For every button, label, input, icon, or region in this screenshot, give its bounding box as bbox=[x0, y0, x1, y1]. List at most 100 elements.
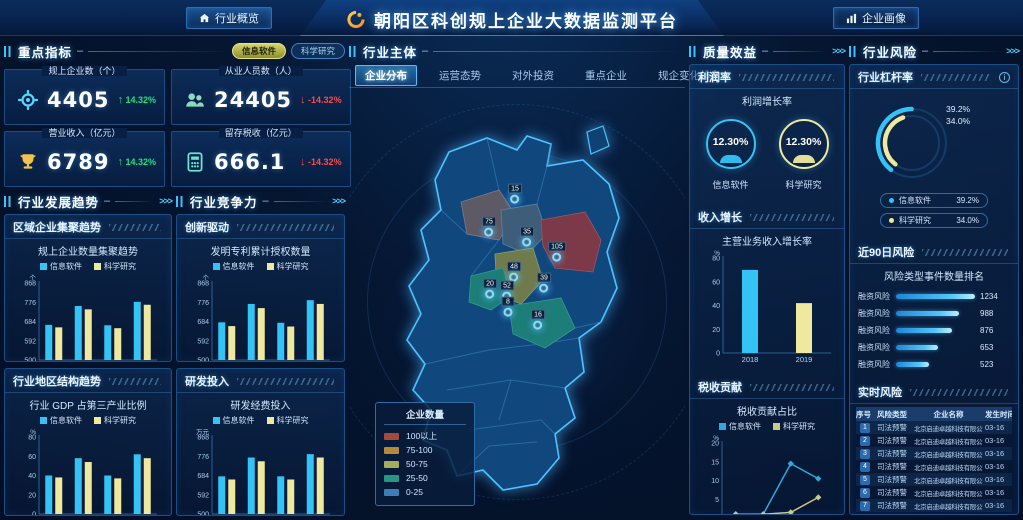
table-row[interactable]: 2司法预警北京启迪卓越科技有限公司03-16 bbox=[856, 434, 1012, 447]
section-header: 行业地区结构趋势 bbox=[13, 373, 101, 389]
table-row[interactable]: 7司法预警北京启迪卓越科技有限公司03-16 bbox=[856, 499, 1012, 512]
row-index-badge: 2 bbox=[860, 436, 870, 446]
row-index-badge: 1 bbox=[860, 423, 870, 433]
table-row[interactable]: 6司法预警北京启迪卓越科技有限公司03-16 bbox=[856, 486, 1012, 499]
risk-more-link[interactable]: >>> bbox=[1006, 46, 1019, 56]
industry-main-title: 行业主体 bbox=[363, 42, 417, 61]
map-marker[interactable]: 39 bbox=[537, 273, 551, 293]
cluster-chart: 信息软件科学研究500592684776868个2016201720182019 bbox=[5, 259, 171, 362]
table-row[interactable]: 3司法预警北京启迪卓越科技有限公司03-16 bbox=[856, 447, 1012, 460]
risk-rank-row: 融资风险653 bbox=[858, 339, 1010, 356]
gauge-ring: 12.30% bbox=[779, 119, 829, 169]
table-row[interactable]: 1司法预警北京启迪卓越科技有限公司03-16 bbox=[856, 421, 1012, 434]
map-marker[interactable]: 16 bbox=[531, 310, 545, 330]
quality-more-link[interactable]: >>> bbox=[832, 46, 845, 56]
location-pin-icon bbox=[484, 228, 493, 237]
metric-delta: ↓ -14.32% bbox=[300, 156, 344, 168]
realtime-risk-table: 序号风险类型企业名称发生时间 1司法预警北京启迪卓越科技有限公司03-162司法… bbox=[856, 407, 1012, 515]
table-row[interactable]: 5司法预警北京启迪卓越科技有限公司03-16 bbox=[856, 473, 1012, 486]
bar-track bbox=[896, 294, 975, 299]
enterprise-icon bbox=[17, 89, 39, 111]
svg-text:%: % bbox=[713, 435, 719, 442]
legend-swatch bbox=[213, 263, 220, 270]
metric-card-label: 从业人员数（人） bbox=[172, 64, 350, 77]
metric-delta: ↑ 14.32% bbox=[117, 94, 158, 106]
legend-label: 0-25 bbox=[406, 487, 423, 497]
gauge-value: 12.30% bbox=[786, 136, 822, 148]
map-marker[interactable]: 75 bbox=[482, 217, 496, 237]
map-legend-item: 50-75 bbox=[384, 457, 466, 471]
legend-dot-icon bbox=[889, 218, 894, 223]
panel-header-icon bbox=[176, 196, 185, 207]
risk-rank-row: 融资风险988 bbox=[858, 305, 1010, 322]
risk-count-value: 653 bbox=[980, 343, 1010, 352]
filter-science-research-badge[interactable]: 科学研究 bbox=[291, 43, 345, 59]
risk-count-value: 876 bbox=[980, 326, 1010, 335]
tab-企业分布[interactable]: 企业分布 bbox=[355, 65, 417, 86]
leverage-gauge: 39.2% 34.0% bbox=[850, 89, 1018, 193]
metric-card: 营业收入（亿元）6789↑ 14.32% bbox=[4, 131, 165, 187]
metric-card-label: 营业收入（亿元） bbox=[5, 126, 164, 139]
table-row[interactable]: 8司法预警北京启迪卓越科技有限公司03-16 bbox=[856, 512, 1012, 515]
legend-swatch bbox=[773, 423, 780, 430]
competitiveness-more-link[interactable]: >>> bbox=[332, 196, 345, 206]
map-marker[interactable]: 105 bbox=[548, 242, 566, 262]
panel-header-icon bbox=[4, 46, 13, 57]
table-row[interactable]: 4司法预警北京启迪卓越科技有限公司03-16 bbox=[856, 460, 1012, 473]
competitiveness-title: 行业竞争力 bbox=[190, 192, 258, 211]
date-cell: 03-16 bbox=[985, 436, 1012, 445]
chart-legend: 信息软件科学研究 bbox=[213, 259, 309, 274]
district-map[interactable]: 15753510548392052816 企业数量 100以上75-10050-… bbox=[349, 90, 685, 510]
tab-重点企业[interactable]: 重点企业 bbox=[576, 66, 636, 85]
map-marker[interactable]: 48 bbox=[507, 262, 521, 282]
tab-对外投资[interactable]: 对外投资 bbox=[503, 66, 563, 85]
legend-swatch bbox=[267, 417, 274, 424]
map-legend-title: 企业数量 bbox=[384, 407, 466, 425]
platform-logo-icon bbox=[345, 9, 366, 30]
location-pin-icon bbox=[510, 195, 519, 204]
map-marker[interactable]: 35 bbox=[520, 227, 534, 247]
legend-label: 科学研究 bbox=[899, 215, 931, 226]
marker-count-label: 39 bbox=[537, 273, 551, 283]
profit-gauge: 12.30%信息软件 bbox=[706, 119, 756, 191]
industry-trend-title: 行业发展趋势 bbox=[18, 192, 99, 211]
svg-text:个: 个 bbox=[30, 274, 37, 282]
tab-运营态势[interactable]: 运营态势 bbox=[430, 66, 490, 85]
panel-header-icon bbox=[349, 46, 358, 57]
bar-track bbox=[896, 328, 975, 333]
chart-gdp-svg: 020406080%2016201720182019 bbox=[13, 428, 163, 516]
gauge-label: 科学研究 bbox=[785, 178, 821, 191]
nav-industry-overview-button[interactable]: 行业概览 bbox=[186, 7, 272, 29]
map-marker[interactable]: 15 bbox=[508, 184, 522, 204]
gdp-chart: 信息软件科学研究020406080%2016201720182019 bbox=[5, 413, 171, 516]
svg-text:60: 60 bbox=[28, 454, 36, 461]
marker-count-label: 75 bbox=[482, 217, 496, 227]
metric-card: 从业人员数（人）24405↓ -14.32% bbox=[171, 69, 351, 125]
map-tabs: 企业分布运营态势对外投资重点企业规企变化排名 bbox=[349, 63, 685, 88]
staff-icon bbox=[184, 89, 206, 111]
location-pin-icon bbox=[533, 321, 542, 330]
info-icon[interactable]: i bbox=[999, 72, 1010, 83]
company-cell: 北京启迪卓越科技有限公司 bbox=[914, 423, 983, 433]
map-marker[interactable]: 8 bbox=[502, 297, 515, 317]
legend-swatch bbox=[384, 475, 399, 482]
date-cell: 03-16 bbox=[985, 423, 1012, 432]
chart-title: 主营业务收入增长率 bbox=[690, 229, 844, 249]
svg-text:10: 10 bbox=[711, 478, 719, 485]
recent-risk-section: 近90日风险 风险类型事件数量排名 融资风险1234融资风险988融资风险876… bbox=[850, 240, 1018, 373]
svg-text:2018: 2018 bbox=[742, 355, 759, 364]
risk-type-cell: 司法预警 bbox=[877, 487, 912, 498]
filter-info-software-badge[interactable]: 信息软件 bbox=[232, 43, 286, 59]
map-marker[interactable]: 20 bbox=[483, 279, 497, 299]
date-cell: 03-16 bbox=[985, 514, 1012, 515]
chart-title: 规上企业数量集聚趋势 bbox=[5, 239, 171, 259]
bar-fill bbox=[896, 362, 929, 367]
section-header: 收入增长 bbox=[698, 209, 742, 225]
section-header: 行业杠杆率 bbox=[858, 69, 913, 85]
section-header: 研发投入 bbox=[185, 373, 229, 389]
company-cell: 北京启迪卓越科技有限公司 bbox=[914, 449, 983, 459]
risk-type-cell: 司法预警 bbox=[877, 461, 912, 472]
risk-count-value: 1234 bbox=[980, 292, 1010, 301]
nav-enterprise-portrait-button[interactable]: 企业画像 bbox=[833, 7, 919, 29]
industry-trend-more-link[interactable]: >>> bbox=[159, 196, 172, 206]
